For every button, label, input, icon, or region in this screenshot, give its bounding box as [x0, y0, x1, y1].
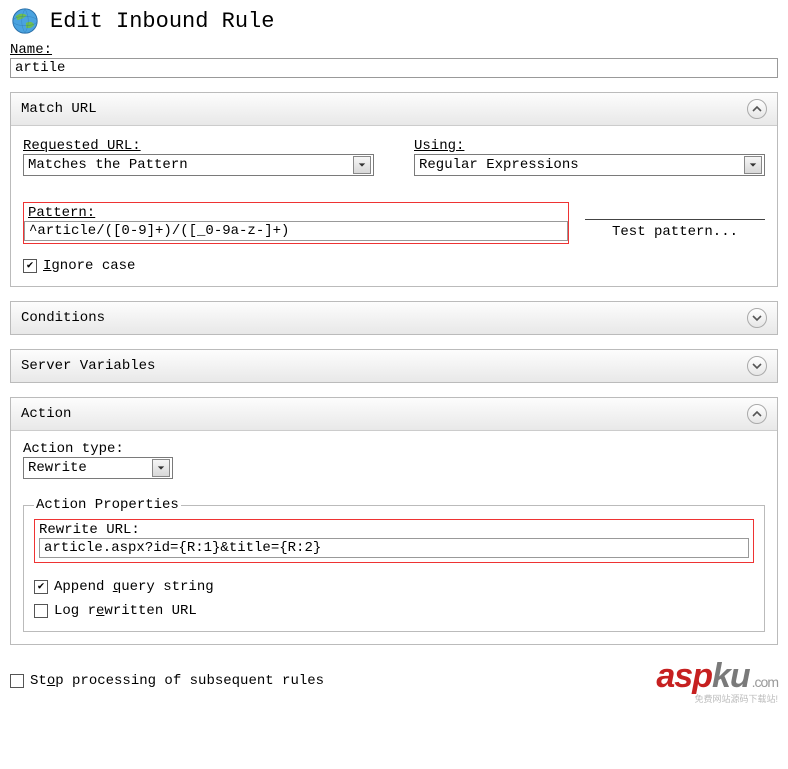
- chevron-down-icon[interactable]: [747, 356, 767, 376]
- stop-processing-label: Stop processing of subsequent rules: [30, 673, 324, 689]
- watermark-logo: aspku.com 免费网站源码下载站!: [656, 657, 778, 705]
- name-label: Name:: [10, 42, 778, 58]
- requested-url-select[interactable]: Matches the Pattern: [23, 154, 374, 176]
- stop-processing-checkbox[interactable]: [10, 674, 24, 688]
- test-pattern-button[interactable]: Test pattern...: [585, 219, 765, 243]
- name-input[interactable]: [10, 58, 778, 78]
- panel-action: Action Action type: Rewrite Action Prope…: [10, 397, 778, 645]
- ignore-case-checkbox[interactable]: ✔: [23, 259, 37, 273]
- action-type-value: Rewrite: [28, 460, 87, 476]
- chevron-up-icon[interactable]: [747, 404, 767, 424]
- requested-url-value: Matches the Pattern: [28, 157, 188, 173]
- action-type-select[interactable]: Rewrite: [23, 457, 173, 479]
- panel-header-server-variables[interactable]: Server Variables: [11, 350, 777, 382]
- rewrite-highlight: Rewrite URL:: [34, 519, 754, 563]
- chevron-down-icon: [152, 459, 170, 477]
- action-properties-legend: Action Properties: [34, 497, 181, 513]
- rewrite-url-input[interactable]: [39, 538, 749, 558]
- using-value: Regular Expressions: [419, 157, 579, 173]
- requested-url-label: Requested URL:: [23, 138, 374, 154]
- page-title: Edit Inbound Rule: [50, 9, 274, 34]
- action-properties-group: Action Properties Rewrite URL: ✔ Append …: [23, 497, 765, 632]
- log-rewritten-checkbox[interactable]: [34, 604, 48, 618]
- chevron-down-icon[interactable]: [747, 308, 767, 328]
- chevron-down-icon: [744, 156, 762, 174]
- panel-title-conditions: Conditions: [21, 310, 105, 326]
- log-rewritten-label: Log rewritten URL: [54, 603, 197, 619]
- using-select[interactable]: Regular Expressions: [414, 154, 765, 176]
- panel-match-url: Match URL Requested URL: Matches the Pat…: [10, 92, 778, 287]
- panel-title-match-url: Match URL: [21, 101, 97, 117]
- panel-title-server-variables: Server Variables: [21, 358, 155, 374]
- rewrite-url-label: Rewrite URL:: [39, 522, 749, 538]
- pattern-highlight: Pattern:: [23, 202, 569, 244]
- pattern-label: Pattern:: [28, 205, 568, 221]
- action-type-label: Action type:: [23, 441, 765, 457]
- panel-header-match-url[interactable]: Match URL: [11, 93, 777, 126]
- pattern-input[interactable]: [24, 221, 568, 241]
- panel-header-action[interactable]: Action: [11, 398, 777, 431]
- chevron-up-icon[interactable]: [747, 99, 767, 119]
- globe-icon: [10, 6, 40, 36]
- append-query-label: Append query string: [54, 579, 214, 595]
- using-label: Using:: [414, 138, 765, 154]
- append-query-checkbox[interactable]: ✔: [34, 580, 48, 594]
- panel-header-conditions[interactable]: Conditions: [11, 302, 777, 334]
- panel-conditions: Conditions: [10, 301, 778, 335]
- ignore-case-label: Ignore case: [43, 258, 135, 274]
- chevron-down-icon: [353, 156, 371, 174]
- page-header: Edit Inbound Rule: [10, 6, 778, 36]
- panel-server-variables: Server Variables: [10, 349, 778, 383]
- panel-title-action: Action: [21, 406, 71, 422]
